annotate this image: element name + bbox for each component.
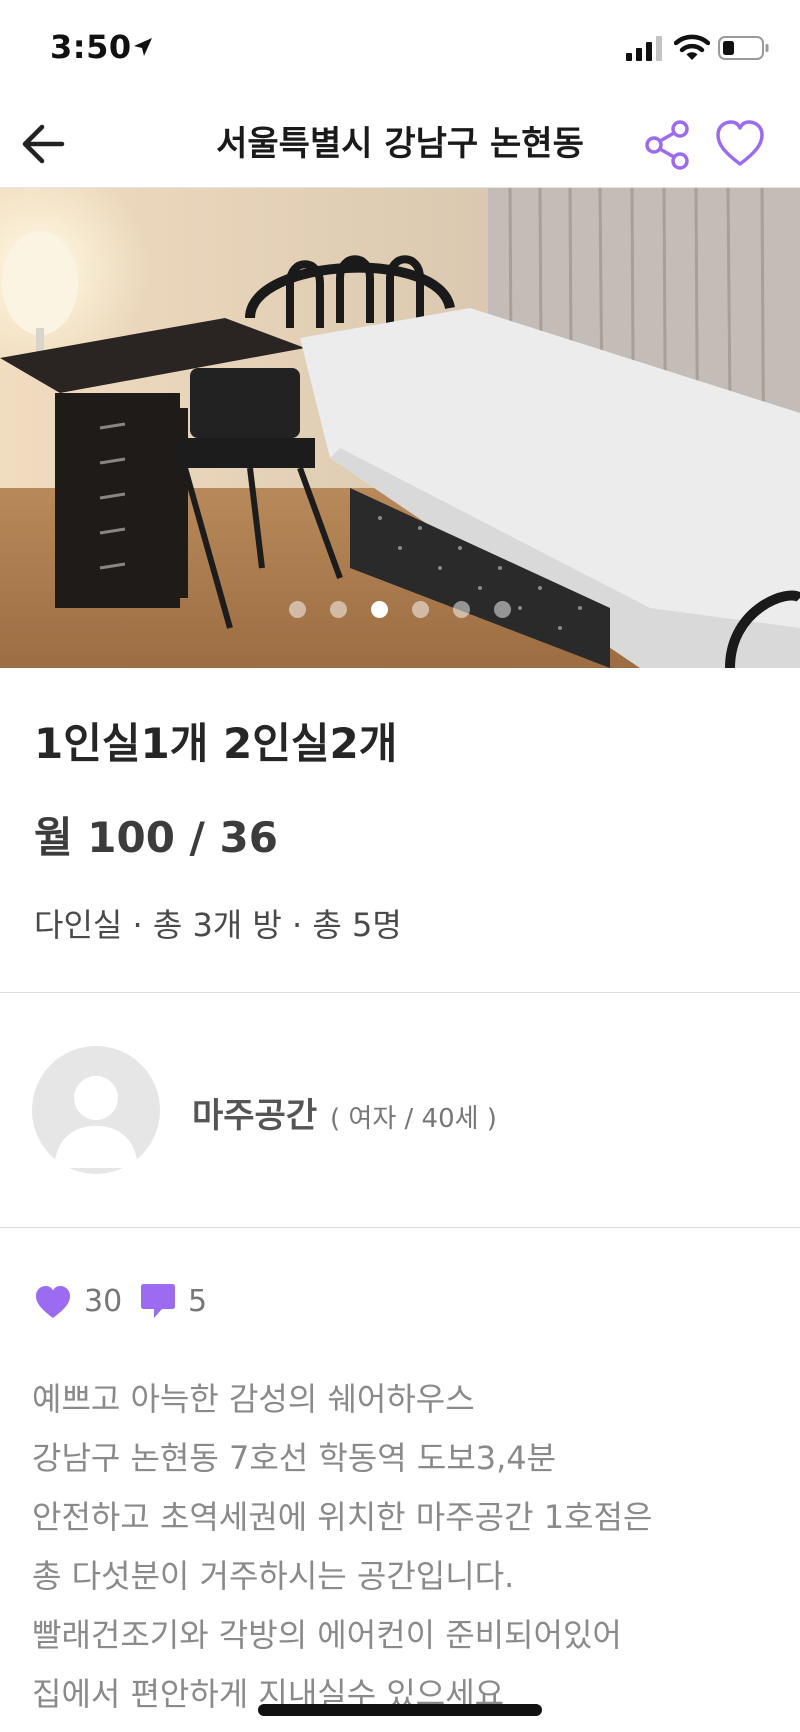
host-avatar[interactable]: [32, 1046, 160, 1174]
room-photo: [0, 188, 800, 668]
favorite-button[interactable]: [712, 114, 768, 174]
section-divider: [0, 992, 800, 993]
page-title: 서울특별시 강남구 논현동: [216, 124, 584, 164]
room-title: 1인실1개 2인실2개: [34, 719, 398, 768]
gallery-dot-active[interactable]: [371, 601, 388, 618]
gallery-dot[interactable]: [453, 601, 470, 618]
description-line: 총 다섯분이 거주하시는 공간입니다.: [32, 1557, 515, 1595]
gallery-dot[interactable]: [289, 601, 306, 618]
description-line: 예쁘고 아늑한 감성의 쉐어하우스: [32, 1380, 475, 1418]
gallery-dot[interactable]: [494, 601, 511, 618]
price: 월 100 / 36: [34, 813, 278, 862]
status-time: 3:50: [50, 28, 132, 66]
room-detail-screen: 3:50 서울특별시 강남구 논현동 1인실1개 2인실2개 월 100 / 3…: [0, 0, 800, 1732]
host-name[interactable]: 마주공간: [192, 1088, 317, 1137]
gallery-dot[interactable]: [412, 601, 429, 618]
description: 예쁘고 아늑한 감성의 쉐어하우스 강남구 논현동 7호선 학동역 도보3,4분…: [32, 1370, 772, 1724]
likes-count: 30: [84, 1284, 123, 1319]
status-bar: 3:50: [0, 0, 800, 100]
gallery-pagination: [0, 601, 800, 618]
wifi-icon: [674, 34, 710, 60]
description-line: 빨래건조기와 각방의 에어컨이 준비되어있어: [32, 1616, 622, 1654]
comments-count: 5: [188, 1284, 208, 1319]
share-icon: [645, 120, 689, 170]
default-avatar-icon: [54, 1076, 138, 1168]
description-line: 강남구 논현동 7호선 학동역 도보3,4분: [32, 1439, 557, 1477]
back-button[interactable]: [14, 114, 74, 174]
host-detail: ( 여자 / 40세 ): [330, 1104, 497, 1134]
cellular-signal-icon: [626, 36, 662, 61]
nav-bar: 서울특별시 강남구 논현동: [0, 100, 800, 188]
heart-outline-icon: [716, 120, 764, 166]
home-indicator[interactable]: [258, 1704, 542, 1716]
share-button[interactable]: [640, 114, 696, 174]
comment-bubble-icon[interactable]: [140, 1282, 176, 1322]
section-divider: [0, 1227, 800, 1228]
room-meta: 다인실 · 총 3개 방 · 총 5명: [34, 906, 402, 944]
location-arrow-icon: [134, 38, 152, 56]
battery-icon: [718, 36, 769, 60]
heart-filled-icon[interactable]: [34, 1284, 72, 1320]
gallery-dot[interactable]: [330, 601, 347, 618]
description-line: 안전하고 초역세권에 위치한 마주공간 1호점은: [32, 1498, 653, 1536]
room-photo-gallery[interactable]: [0, 188, 800, 668]
back-arrow-icon: [22, 124, 65, 164]
